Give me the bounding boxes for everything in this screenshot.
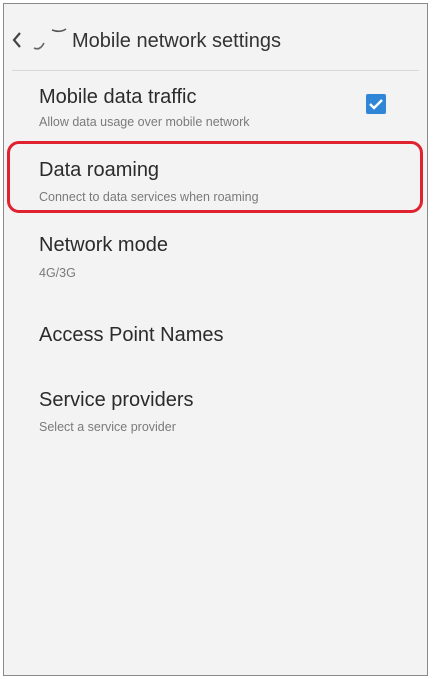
setting-mobile-data-traffic[interactable]: Mobile data traffic Allow data usage ove… (4, 76, 427, 144)
setting-title: Network mode (39, 234, 168, 256)
setting-network-mode[interactable]: Network mode 4G/3G (4, 224, 427, 294)
setting-service-providers[interactable]: Service providers Select a service provi… (4, 379, 427, 449)
back-button[interactable] (12, 26, 72, 56)
chevron-left-icon (12, 28, 67, 50)
setting-summary: 4G/3G (39, 266, 76, 280)
header-divider (12, 70, 419, 71)
setting-access-point-names[interactable]: Access Point Names (4, 309, 427, 369)
action-bar: Mobile network settings (4, 4, 427, 68)
highlight-box (7, 141, 423, 213)
setting-title: Mobile data traffic (39, 86, 197, 108)
page-title: Mobile network settings (72, 30, 281, 52)
setting-summary: Select a service provider (39, 420, 176, 434)
phone-screen: Mobile network settings Mobile data traf… (3, 3, 428, 676)
check-icon (369, 99, 383, 110)
setting-title: Access Point Names (39, 324, 224, 346)
setting-title: Service providers (39, 389, 194, 411)
setting-summary: Allow data usage over mobile network (39, 115, 250, 129)
mobile-data-checkbox[interactable] (366, 94, 386, 114)
